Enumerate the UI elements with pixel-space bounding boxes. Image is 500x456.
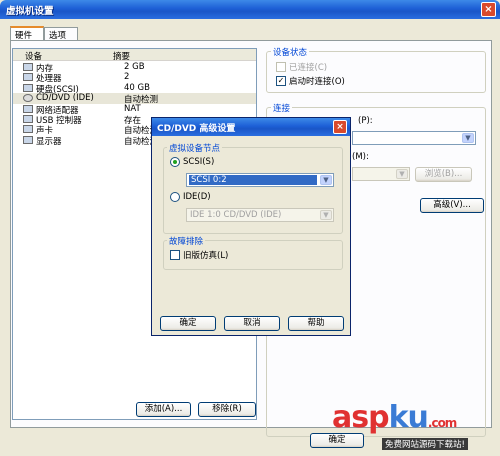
window-title: 虚拟机设置 bbox=[6, 6, 54, 17]
scsi-label: SCSI(S) bbox=[183, 157, 215, 167]
add-device-button[interactable]: 添加(A)... bbox=[136, 402, 191, 417]
connect-on-poweron-label: 启动时连接(O) bbox=[289, 77, 345, 87]
watermark-text-a: asp bbox=[332, 400, 390, 435]
advanced-button[interactable]: 高级(V)... bbox=[420, 198, 484, 213]
connection-partial-label-2: (M): bbox=[352, 152, 369, 162]
device-summary: 40 GB bbox=[124, 82, 150, 93]
dialog-titlebar[interactable]: CD/DVD 高级设置 × bbox=[152, 118, 350, 136]
connected-label: 已连接(C) bbox=[289, 63, 328, 73]
device-summary: NAT bbox=[124, 103, 141, 114]
dialog-ok-button[interactable]: 确定 bbox=[160, 316, 216, 331]
ide-node-select[interactable]: IDE 1:0 CD/DVD (IDE) ▼ bbox=[186, 208, 334, 222]
harddisk-icon bbox=[23, 83, 33, 92]
chevron-down-icon: ▼ bbox=[396, 169, 408, 179]
watermark-text-b: ku bbox=[388, 400, 429, 435]
ok-button[interactable]: 确定 bbox=[310, 433, 364, 448]
dialog-help-button[interactable]: 帮助 bbox=[288, 316, 344, 331]
dialog-cancel-button[interactable]: 取消 bbox=[224, 316, 280, 331]
vm-settings-window: 虚拟机设置 × 硬件 选项 设备 摘要 内存 2 GB 处理器 2 硬盘(SCS… bbox=[0, 0, 500, 456]
troubleshoot-title: 故障排除 bbox=[167, 235, 206, 247]
legacy-emulation-checkbox[interactable] bbox=[170, 250, 180, 260]
memory-icon bbox=[23, 63, 33, 71]
legacy-emulation-label: 旧版仿真(L) bbox=[183, 251, 229, 261]
dialog-close-button[interactable]: × bbox=[333, 120, 347, 134]
cpu-icon bbox=[23, 73, 33, 82]
sound-icon bbox=[23, 125, 33, 134]
device-summary: 2 bbox=[124, 72, 130, 83]
watermark-text-c: .com bbox=[427, 416, 457, 430]
device-name: CD/DVD (IDE) bbox=[36, 93, 94, 104]
chevron-down-icon: ▼ bbox=[320, 210, 332, 220]
ide-label: IDE(D) bbox=[183, 192, 211, 202]
device-row-cdrom[interactable]: CD/DVD (IDE) 自动检测 bbox=[13, 93, 256, 105]
connection-partial-label-1: (P): bbox=[358, 116, 373, 126]
window-close-button[interactable]: × bbox=[481, 2, 496, 17]
ide-node-value: IDE 1:0 CD/DVD (IDE) bbox=[190, 210, 282, 220]
device-name: 显示器 bbox=[36, 136, 62, 147]
device-row-memory[interactable]: 内存 2 GB bbox=[13, 62, 256, 74]
ide-radio[interactable] bbox=[170, 192, 180, 202]
scsi-node-select[interactable]: SCSI 0:2 ▼ bbox=[186, 173, 334, 187]
watermark-subtitle: 免费网站源码下载站! bbox=[382, 438, 468, 450]
column-device[interactable]: 设备 bbox=[25, 50, 42, 62]
usb-icon bbox=[23, 115, 33, 123]
image-file-input[interactable]: ▼ bbox=[352, 167, 410, 181]
scsi-radio[interactable] bbox=[170, 157, 180, 167]
device-row-network[interactable]: 网络适配器 NAT bbox=[13, 103, 256, 116]
scsi-node-value: SCSI 0:2 bbox=[189, 175, 317, 185]
window-titlebar[interactable]: 虚拟机设置 × bbox=[0, 0, 500, 19]
radio-dot bbox=[173, 160, 177, 164]
connection-title: 连接 bbox=[271, 102, 293, 114]
cdrom-icon bbox=[23, 94, 33, 103]
column-summary[interactable]: 摘要 bbox=[113, 50, 130, 62]
cdrom-advanced-dialog: CD/DVD 高级设置 × 虚拟设备节点 SCSI(S) SCSI 0:2 ▼ … bbox=[151, 117, 351, 336]
watermark-logo: aspku.com bbox=[332, 400, 457, 435]
virtual-node-title: 虚拟设备节点 bbox=[167, 142, 223, 154]
connect-on-poweron-checkbox[interactable]: ✓ bbox=[276, 76, 286, 86]
remove-device-button[interactable]: 移除(R) bbox=[198, 402, 256, 417]
device-row-cpu[interactable]: 处理器 2 bbox=[13, 72, 256, 84]
network-icon bbox=[23, 104, 33, 113]
device-row-harddisk[interactable]: 硬盘(SCSI) 40 GB bbox=[13, 82, 256, 95]
chevron-down-icon: ▼ bbox=[462, 133, 474, 143]
dialog-title: CD/DVD 高级设置 bbox=[157, 124, 236, 134]
chevron-down-icon: ▼ bbox=[320, 175, 332, 185]
browse-button[interactable]: 浏览(B)... bbox=[415, 167, 472, 182]
tab-hardware[interactable]: 硬件 bbox=[10, 26, 44, 41]
tab-options[interactable]: 选项 bbox=[44, 27, 78, 41]
connected-checkbox[interactable] bbox=[276, 62, 286, 72]
device-list-header: 设备 摘要 bbox=[13, 49, 256, 62]
device-summary: 2 GB bbox=[124, 62, 145, 72]
physical-drive-select[interactable]: ▼ bbox=[352, 131, 476, 145]
device-status-title: 设备状态 bbox=[271, 46, 310, 58]
display-icon bbox=[23, 135, 33, 144]
